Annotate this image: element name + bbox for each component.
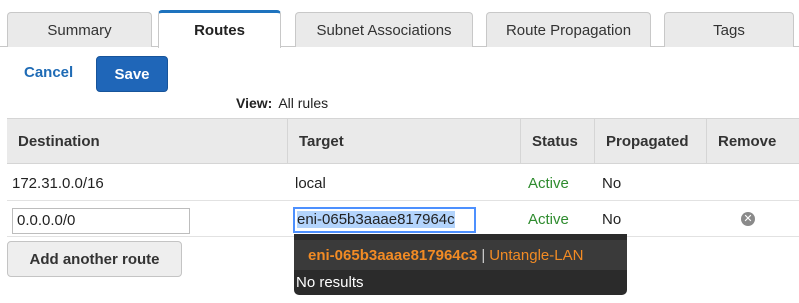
header-status[interactable]: Status — [520, 119, 594, 163]
destination-field[interactable]: 0.0.0.0/0 — [12, 208, 190, 234]
header-remove: Remove — [706, 119, 799, 163]
target-value: local — [295, 175, 326, 192]
header-label: Target — [299, 132, 344, 150]
dropdown-suggestion[interactable]: eni-065b3aaae817964c3 | Untangle-LAN — [294, 240, 627, 270]
add-route-label: Add another route — [29, 250, 160, 268]
header-destination[interactable]: Destination — [7, 119, 287, 163]
tab-routes[interactable]: Routes — [158, 10, 281, 48]
destination-value: 172.31.0.0/16 — [12, 175, 104, 192]
tab-tags[interactable]: Tags — [664, 12, 794, 47]
status-badge: Active — [528, 211, 569, 228]
cancel-button[interactable]: Cancel — [24, 64, 73, 81]
tab-route-propagation[interactable]: Route Propagation — [486, 12, 651, 47]
view-value[interactable]: All rules — [278, 95, 328, 111]
save-label: Save — [114, 65, 150, 83]
propagated-value: No — [602, 211, 622, 228]
view-filter: View: All rules — [236, 95, 328, 111]
suggestion-name: Untangle-LAN — [489, 246, 584, 264]
tab-label: Route Propagation — [505, 21, 632, 39]
propagated-value: No — [602, 175, 622, 192]
add-route-button[interactable]: Add another route — [7, 241, 182, 277]
header-target[interactable]: Target — [287, 119, 520, 163]
target-field[interactable]: eni-065b3aaae817964c — [293, 207, 476, 233]
tab-label: Summary — [47, 21, 112, 39]
view-label: View: — [236, 95, 273, 111]
tab-bar: Summary Routes Subnet Associations Route… — [0, 0, 799, 48]
tab-label: Subnet Associations — [316, 21, 452, 39]
tab-label: Routes — [194, 22, 245, 39]
suggestion-separator: | — [481, 246, 486, 264]
routes-table-header: Destination Target Status Propagated Rem… — [7, 118, 799, 164]
header-label: Destination — [18, 132, 100, 150]
header-label: Propagated — [606, 132, 689, 150]
save-button[interactable]: Save — [96, 56, 168, 92]
tab-subnet-associations[interactable]: Subnet Associations — [295, 12, 473, 47]
status-badge: Active — [528, 175, 569, 192]
suggestion-id: eni-065b3aaae817964c3 — [308, 246, 478, 264]
tab-summary[interactable]: Summary — [7, 12, 152, 47]
destination-field-value: 0.0.0.0/0 — [17, 212, 76, 229]
tab-label: Tags — [713, 21, 745, 39]
target-field-value: eni-065b3aaae817964c — [297, 211, 455, 228]
dropdown-no-results: No results — [296, 274, 364, 291]
remove-route-icon[interactable]: ✕ — [741, 212, 755, 226]
target-autocomplete-dropdown: eni-065b3aaae817964c3 | Untangle-LAN No … — [294, 234, 627, 295]
header-label: Remove — [718, 132, 777, 150]
header-label: Status — [532, 132, 578, 150]
table-row: 172.31.0.0/16 local Active No — [7, 164, 799, 201]
table-row: 0.0.0.0/0 eni-065b3aaae817964c Active No… — [7, 201, 799, 237]
header-propagated[interactable]: Propagated — [594, 119, 706, 163]
